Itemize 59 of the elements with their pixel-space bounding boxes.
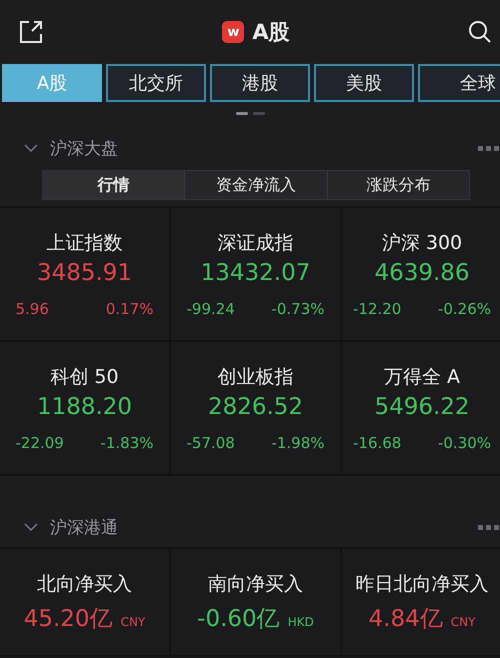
index-card[interactable]: 南向净买入 -0.60亿 HKD [171,549,340,655]
change-value: -12.20 [353,300,402,318]
change-percent: -0.26% [438,300,491,318]
index-name: 昨日北向净买入 [356,572,488,596]
chevron-down-icon[interactable] [24,523,38,532]
market-tab[interactable]: 北交所 [106,64,206,102]
index-card[interactable]: 上证指数 3485.91 5.96 0.17% [0,208,169,340]
more-icon[interactable] [478,146,500,151]
index-value: 5496.22 [374,394,470,420]
index-value: 4.84亿 [368,604,443,634]
more-icon[interactable] [478,525,500,530]
change-value: -57.08 [186,434,235,452]
index-name: 创业板指 [218,365,294,390]
index-name: 上证指数 [46,231,122,256]
index-value: 3485.91 [36,260,132,286]
market-tab[interactable]: 港股 [210,64,310,102]
chevron-down-icon[interactable] [24,144,38,153]
section-title: 沪深大盘 [50,138,119,160]
index-name: 南向净买入 [208,572,303,596]
change-value: -99.24 [186,300,235,318]
market-tab[interactable]: 美股 [314,64,414,102]
currency-label: HKD [288,614,314,628]
index-value: 2826.52 [208,394,304,420]
index-card[interactable]: 科创 50 1188.20 -22.09 -1.83% [0,342,169,474]
index-card[interactable]: 昨日北向净买入 4.84亿 CNY [342,549,500,655]
change-value: -22.09 [16,434,64,452]
index-name: 万得全 A [384,365,460,390]
index-name: 北向净买入 [37,572,132,596]
index-value: 4639.86 [374,260,470,286]
index-value: 1188.20 [36,394,132,420]
segment-tab[interactable]: 资金净流入 [185,171,328,199]
change-percent: -1.98% [271,434,324,452]
page-title: A股 [252,19,290,46]
index-value: -0.60亿 [197,604,280,634]
change-percent: -0.73% [271,300,324,318]
index-card[interactable]: 万得全 A 5496.22 -16.68 -0.30% [342,342,500,474]
segment-tab[interactable]: 行情 [43,171,186,199]
change-percent: 0.17% [106,300,154,318]
index-name: 沪深 300 [382,231,462,256]
index-value: 45.20亿 [24,604,113,634]
index-card[interactable]: 沪深 300 4639.86 -12.20 -0.26% [342,208,500,340]
index-card[interactable]: 创业板指 2826.52 -57.08 -1.98% [171,342,340,474]
change-value: 5.96 [16,300,49,318]
change-percent: -0.30% [438,434,491,452]
index-name: 科创 50 [50,365,119,390]
share-icon[interactable] [18,19,44,45]
change-value: -16.68 [353,434,402,452]
index-card[interactable]: 北向净买入 45.20亿 CNY [0,549,169,655]
currency-label: CNY [120,614,146,628]
market-tab[interactable]: 全球 [418,64,500,102]
index-value: 13432.07 [200,260,310,286]
currency-label: CNY [450,614,476,628]
search-icon[interactable] [468,20,492,44]
change-percent: -1.83% [100,434,154,452]
section-title: 沪深港通 [50,517,119,539]
segment-tab[interactable]: 涨跌分布 [328,171,469,199]
index-name: 深证成指 [218,231,294,256]
logo-icon: w [222,21,244,43]
index-card[interactable]: 深证成指 13432.07 -99.24 -0.73% [171,208,340,340]
